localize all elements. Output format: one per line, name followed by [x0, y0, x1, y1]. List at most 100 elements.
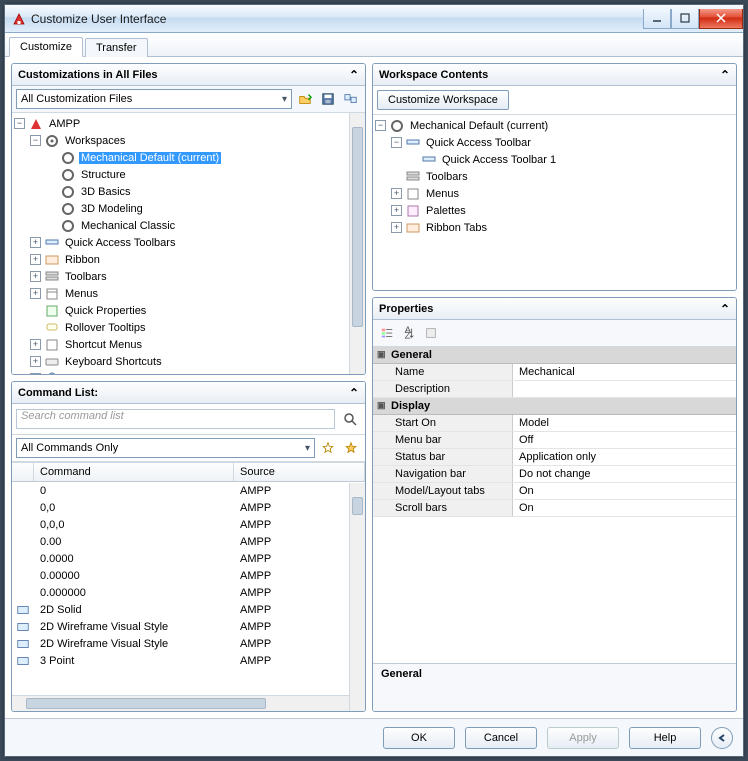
tree-node-ribbon[interactable]: +Ribbon [28, 251, 365, 268]
horizontal-scrollbar[interactable] [12, 695, 349, 711]
search-input[interactable]: Search command list [16, 409, 335, 429]
command-row[interactable]: 3 PointAMPP [12, 652, 365, 669]
command-row[interactable]: 0AMPP [12, 482, 365, 499]
workspace-contents-panel: Workspace Contents ⌃ Customize Workspace… [372, 63, 737, 291]
command-row[interactable]: 0.00AMPP [12, 533, 365, 550]
star-add-icon[interactable] [341, 438, 361, 458]
minimize-button[interactable] [643, 9, 671, 29]
command-row[interactable]: 2D SolidAMPP [12, 601, 365, 618]
vertical-scrollbar[interactable] [349, 113, 365, 374]
tree-node-mech-classic[interactable]: Mechanical Classic [44, 217, 365, 234]
prop-row-menu-bar[interactable]: Menu barOff [373, 432, 736, 449]
left-column: Customizations in All Files ⌃ All Custom… [11, 63, 366, 712]
wc-palettes[interactable]: +Palettes [389, 202, 736, 219]
wc-qat1[interactable]: Quick Access Toolbar 1 [405, 151, 736, 168]
wc-qat[interactable]: −Quick Access Toolbar [389, 134, 736, 151]
tree-node-structure[interactable]: Structure [44, 166, 365, 183]
prop-category-general[interactable]: General [373, 347, 736, 364]
expand-dialog-button[interactable] [711, 727, 733, 749]
wc-toolbars[interactable]: Toolbars [389, 168, 736, 185]
command-row[interactable]: 2D Wireframe Visual StyleAMPP [12, 635, 365, 652]
expand-icon[interactable]: − [375, 120, 386, 131]
tree-node-workspaces[interactable]: − Workspaces [28, 132, 365, 149]
wc-root[interactable]: −Mechanical Default (current) [373, 117, 736, 134]
prop-row-scroll-bars[interactable]: Scroll barsOn [373, 500, 736, 517]
save-icon[interactable] [318, 89, 338, 109]
tree-node-root[interactable]: − AMPP [12, 115, 365, 132]
command-filter-dropdown[interactable]: All Commands Only [16, 438, 315, 458]
expand-icon[interactable]: + [391, 222, 402, 233]
customizations-tree[interactable]: − AMPP − Workspaces [12, 113, 365, 374]
tree-node-kb-shortcuts[interactable]: +Keyboard Shortcuts [28, 353, 365, 370]
collapse-icon[interactable]: ⌃ [349, 68, 359, 82]
expand-icon[interactable]: + [391, 205, 402, 216]
wc-ribbon-tabs[interactable]: +Ribbon Tabs [389, 219, 736, 236]
tab-customize[interactable]: Customize [9, 37, 83, 57]
panes-icon[interactable] [341, 89, 361, 109]
toolbar-icon [44, 235, 60, 251]
tree-node-3d-basics[interactable]: 3D Basics [44, 183, 365, 200]
apply-button[interactable]: Apply [547, 727, 619, 749]
maximize-button[interactable] [671, 9, 699, 29]
customize-workspace-button[interactable]: Customize Workspace [377, 90, 509, 110]
command-row[interactable]: 2D Wireframe Visual StyleAMPP [12, 618, 365, 635]
expand-icon[interactable]: + [30, 288, 41, 299]
command-row[interactable]: 0.0000AMPP [12, 550, 365, 567]
tree-node-dbl-click[interactable]: +Double Click Actions [28, 370, 365, 374]
tree-node-quick-props[interactable]: Quick Properties [28, 302, 365, 319]
expand-icon[interactable]: + [30, 339, 41, 350]
tree-node-shortcut-menus[interactable]: +Shortcut Menus [28, 336, 365, 353]
collapse-icon[interactable]: ⌃ [720, 68, 730, 82]
command-table[interactable]: Command Source 0AMPP0,0AMPP0,0,0AMPP0.00… [12, 462, 365, 711]
ok-button[interactable]: OK [383, 727, 455, 749]
prop-row-status-bar[interactable]: Status barApplication only [373, 449, 736, 466]
cancel-button[interactable]: Cancel [465, 727, 537, 749]
command-row[interactable]: 0,0AMPP [12, 499, 365, 516]
command-row[interactable]: 0.000000AMPP [12, 584, 365, 601]
tree-node-3d-modeling[interactable]: 3D Modeling [44, 200, 365, 217]
expand-icon[interactable]: + [30, 237, 41, 248]
property-pages-icon[interactable] [421, 323, 441, 343]
expand-icon[interactable]: − [391, 137, 402, 148]
expand-icon[interactable]: − [30, 135, 41, 146]
tree-node-toolbars[interactable]: +Toolbars [28, 268, 365, 285]
tree-node-mech-default[interactable]: Mechanical Default (current) [44, 149, 365, 166]
help-button[interactable]: Help [629, 727, 701, 749]
properties-grid[interactable]: General NameMechanical Description Displ… [373, 347, 736, 663]
gear-icon [60, 150, 76, 166]
expand-icon[interactable]: + [30, 356, 41, 367]
command-row[interactable]: 0.00000AMPP [12, 567, 365, 584]
load-file-icon[interactable] [295, 89, 315, 109]
collapse-icon[interactable]: ⌃ [349, 386, 359, 400]
alphabetical-icon[interactable]: AZ [399, 323, 419, 343]
customization-files-dropdown[interactable]: All Customization Files [16, 89, 292, 109]
col-source[interactable]: Source [234, 463, 365, 481]
col-command[interactable]: Command [34, 463, 234, 481]
prop-row-model-tabs[interactable]: Model/Layout tabsOn [373, 483, 736, 500]
expand-icon[interactable]: + [391, 188, 402, 199]
tab-transfer[interactable]: Transfer [85, 38, 148, 57]
tree-node-rollover[interactable]: Rollover Tooltips [28, 319, 365, 336]
prop-row-name[interactable]: NameMechanical [373, 364, 736, 381]
star-icon[interactable] [318, 438, 338, 458]
close-button[interactable] [699, 9, 743, 29]
workspace-tree[interactable]: −Mechanical Default (current) −Quick Acc… [373, 115, 736, 290]
expand-icon[interactable]: + [30, 271, 41, 282]
wc-menus[interactable]: +Menus [389, 185, 736, 202]
command-list-header: Command List: ⌃ [12, 382, 365, 404]
expand-icon[interactable]: − [14, 118, 25, 129]
vertical-scrollbar[interactable] [349, 483, 365, 711]
expand-icon[interactable]: + [30, 373, 41, 374]
command-row[interactable]: 0,0,0AMPP [12, 516, 365, 533]
search-icon[interactable] [339, 408, 361, 430]
tree-node-qat[interactable]: +Quick Access Toolbars [28, 234, 365, 251]
command-icon [12, 654, 34, 668]
tree-node-menus[interactable]: +Menus [28, 285, 365, 302]
collapse-icon[interactable]: ⌃ [720, 302, 730, 316]
prop-category-display[interactable]: Display [373, 398, 736, 415]
prop-row-nav-bar[interactable]: Navigation barDo not change [373, 466, 736, 483]
expand-icon[interactable]: + [30, 254, 41, 265]
prop-row-description[interactable]: Description [373, 381, 736, 398]
prop-row-start-on[interactable]: Start OnModel [373, 415, 736, 432]
categorized-icon[interactable] [377, 323, 397, 343]
